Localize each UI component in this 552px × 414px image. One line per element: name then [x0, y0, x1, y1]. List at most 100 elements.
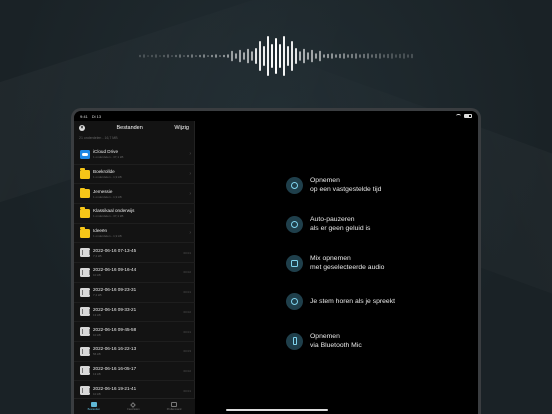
chevron-right-icon: › — [189, 190, 191, 197]
row-details: 10 kB — [93, 391, 101, 396]
row-name: Boekrollde — [93, 169, 115, 175]
row-details: 13 kB — [93, 371, 101, 376]
feature-text: Je stem horen als je spreekt — [310, 297, 395, 306]
feature-text: Opnemen via Bluetooth Mic — [310, 332, 362, 350]
row-text: Klassikaal onderwijs 1 onderdelen - 37,1 … — [93, 208, 189, 218]
row-name: 2022-06-16 09-33-21 — [93, 306, 137, 312]
timer-icon — [286, 176, 303, 194]
folder-icon — [90, 402, 97, 407]
row-details: 10 kB — [93, 273, 101, 278]
audio-file-icon — [80, 248, 90, 258]
ear-icon — [286, 293, 303, 310]
row-name: Ideeën — [93, 228, 108, 234]
row-details: 1 onderdelen - 37,1 kB — [93, 155, 124, 160]
tab-favorieten[interactable]: Favorieten — [127, 401, 140, 411]
feature-item: Je stem horen als je spreekt — [286, 293, 395, 310]
row-text: 2022-06-16 07-13-45 7,4 kB — [93, 248, 183, 258]
folder-row[interactable]: Ideeën 1 onderdelen - 1,9 kB › — [74, 224, 195, 244]
row-details: 7,4 kB — [93, 253, 102, 258]
row-name: 2022-06-16 07-13-45 — [93, 247, 137, 253]
recording-row[interactable]: 2022-06-16 09-33-21 13 kB 00:02 — [74, 303, 195, 323]
row-details: 1 onderdelen - 1,9 kB — [93, 175, 122, 180]
folder-row[interactable]: Jemessie 1 onderdelen - 1,9 kB › — [74, 184, 195, 205]
row-duration: 00:02 — [183, 270, 191, 275]
row-text: iCloud Drive 1 onderdelen - 37,1 kB — [93, 149, 189, 159]
row-duration: 00:01 — [183, 388, 191, 393]
recording-row[interactable]: 2022-06-16 09-45-58 10 kB 00:01 — [74, 322, 195, 342]
audio-file-icon — [80, 366, 90, 376]
chevron-right-icon: › — [189, 210, 191, 217]
row-text: 2022-06-16 19-21-41 10 kB — [93, 386, 183, 396]
status-time: 9:41 — [80, 113, 88, 119]
row-details: 10 kB — [93, 332, 101, 337]
sidebar-title: Bestanden — [116, 125, 143, 131]
tab-bestanden[interactable]: Bestanden — [88, 402, 100, 411]
row-text: Boekrollde 1 onderdelen - 1,9 kB — [93, 169, 189, 179]
row-duration: 00:02 — [183, 309, 191, 314]
row-name: Jemessie — [93, 188, 113, 194]
feature-subtitle: via Bluetooth Mic — [310, 342, 362, 349]
row-text: 2022-06-16 09-16-44 10 kB — [93, 267, 183, 277]
row-details: 7,4 kB — [93, 293, 102, 298]
row-details: 56 kB — [93, 352, 101, 357]
row-text: 2022-06-16 09-23-31 7,4 kB — [93, 287, 183, 297]
row-name: 2022-06-16 09-45-58 — [93, 326, 137, 332]
folder-row[interactable]: iCloud Drive 1 onderdelen - 37,1 kB › — [74, 145, 195, 165]
feature-subtitle: als er geen geluid is — [310, 225, 371, 232]
row-text: 2022-06-16 09-45-58 10 kB — [93, 327, 183, 337]
tab-label: Bestanden — [87, 408, 101, 411]
folder-row[interactable]: Boekrollde 1 onderdelen - 1,9 kB › — [74, 165, 195, 185]
star-icon — [130, 401, 137, 408]
row-details: 1 onderdelen - 1,9 kB — [93, 234, 122, 239]
feature-item: Opnemen op een vastgestelde tijd — [286, 176, 381, 194]
row-details: 13 kB — [93, 312, 101, 317]
folder-icon — [80, 227, 90, 238]
app-screen: 9:41 Di 13 × Bestanden Wijzig 21 onderde… — [74, 111, 478, 414]
recording-row[interactable]: 2022-06-16 07-13-45 7,4 kB 00:01 — [74, 243, 195, 264]
row-name: Klassikaal onderwijs — [93, 208, 135, 214]
tab-label: Prullenmand — [166, 408, 182, 411]
feature-item: Opnemen via Bluetooth Mic — [286, 332, 362, 350]
sidebar-header: × Bestanden Wijzig — [74, 121, 194, 135]
feature-text: Auto-pauzeren als er geen geluid is — [310, 215, 370, 233]
mix-icon — [286, 254, 303, 272]
bluetooth-icon — [286, 332, 303, 350]
folder-icon — [80, 168, 90, 179]
tab-label: Favorieten — [127, 407, 140, 411]
recording-row[interactable]: 2022-06-16 16-05-17 13 kB 00:02 — [74, 362, 195, 382]
folder-icon — [80, 207, 90, 218]
recording-row[interactable]: 2022-06-16 16-22-13 56 kB 00:03 — [74, 342, 195, 362]
row-name: iCloud Drive — [93, 149, 119, 155]
chevron-right-icon: › — [189, 230, 191, 237]
waveform-graphic — [139, 36, 413, 76]
row-duration: 00:03 — [183, 349, 191, 354]
recording-row[interactable]: 2022-06-16 09-16-44 10 kB 00:02 — [74, 263, 195, 283]
row-duration: 00:02 — [183, 368, 191, 373]
folder-icon — [80, 187, 90, 199]
chevron-right-icon: › — [189, 151, 191, 158]
feature-item: Auto-pauzeren als er geen geluid is — [286, 215, 370, 233]
row-name: 2022-06-16 09-23-31 — [93, 287, 137, 293]
row-text: Ideeën 1 onderdelen - 1,9 kB — [93, 228, 189, 238]
feature-title: Auto-pauzeren — [310, 216, 355, 223]
tab-prullenmand[interactable]: Prullenmand — [166, 402, 182, 411]
feature-title: Mix opnemen — [310, 255, 351, 262]
row-text: 2022-06-16 16-05-17 13 kB — [93, 366, 183, 376]
feature-text: Opnemen op een vastgestelde tijd — [310, 176, 381, 194]
row-duration: 00:01 — [183, 250, 191, 255]
feature-text: Mix opnemen met geselecteerde audio — [310, 254, 384, 272]
audio-file-icon — [80, 307, 90, 317]
tab-bar: Bestanden Favorieten Prullenmand — [74, 398, 195, 414]
feature-title: Opnemen — [310, 333, 340, 340]
folder-row[interactable]: Klassikaal onderwijs 1 onderdelen - 37,1 … — [74, 204, 195, 224]
file-list: iCloud Drive 1 onderdelen - 37,1 kB › Boekr… — [74, 145, 195, 401]
audio-file-icon — [80, 346, 90, 356]
row-name: 2022-06-16 19-21-41 — [93, 385, 137, 391]
audio-file-icon — [80, 267, 90, 277]
row-details: 1 onderdelen - 1,9 kB — [93, 194, 122, 199]
audio-file-icon — [80, 386, 90, 396]
recording-row[interactable]: 2022-06-16 09-23-31 7,4 kB 00:01 — [74, 283, 195, 303]
row-name: 2022-06-16 16-22-13 — [93, 346, 137, 352]
home-indicator — [226, 409, 328, 411]
edit-button[interactable]: Wijzig — [174, 125, 189, 131]
